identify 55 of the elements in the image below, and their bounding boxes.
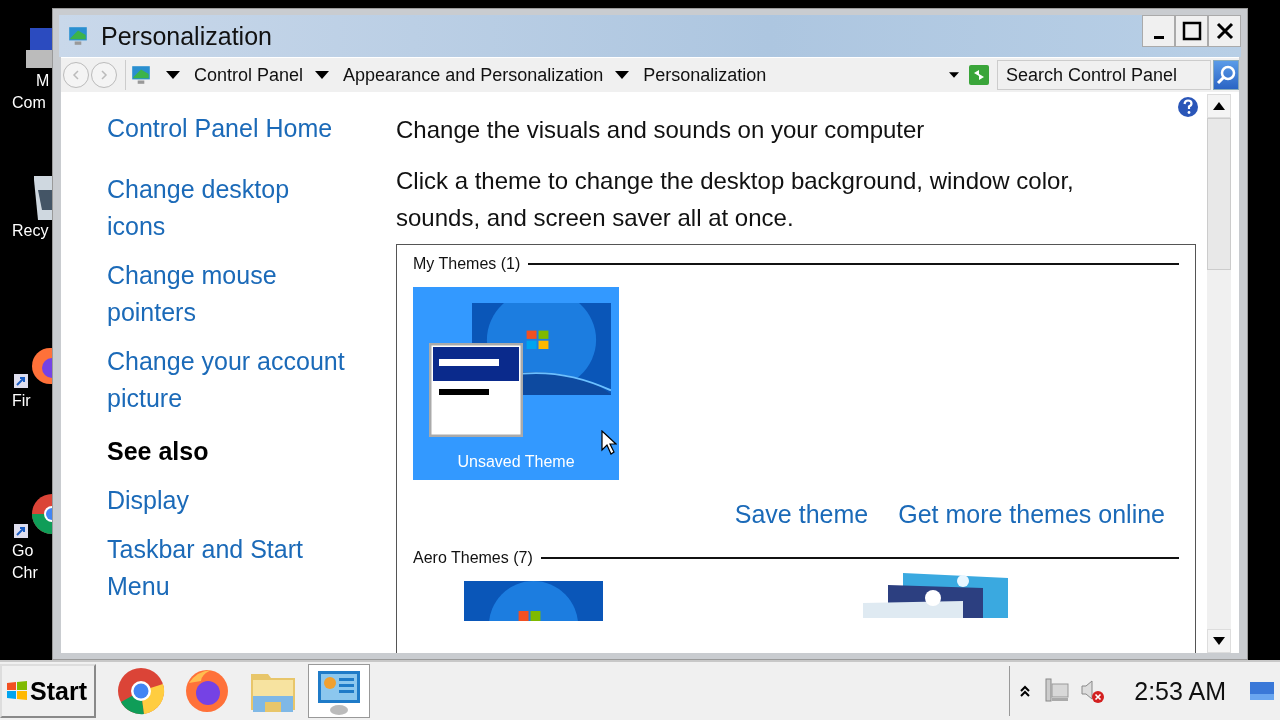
page-heading: Change the visuals and sounds on your computer bbox=[396, 115, 926, 145]
group-title: Aero Themes (7) bbox=[413, 549, 533, 567]
scroll-up-button[interactable] bbox=[1207, 94, 1231, 118]
clock[interactable]: 2:53 AM bbox=[1134, 676, 1226, 706]
page-description: Click a theme to change the desktop background, window color, sounds, and screen saver all at once. bbox=[396, 166, 1075, 233]
sidebar-link[interactable]: Change your account picture bbox=[107, 343, 347, 417]
theme-tile[interactable]: Unsaved Theme bbox=[413, 287, 619, 480]
desktop-icon-label: Recy bbox=[12, 221, 49, 241]
address-field[interactable]: Control Panel Appearance and Personalization Personalization bbox=[125, 60, 995, 90]
breadcrumb[interactable]: Personalization bbox=[643, 64, 767, 86]
sidebar-link[interactable]: Change desktop icons bbox=[107, 171, 347, 245]
search-field[interactable]: Search Control Panel bbox=[997, 60, 1211, 90]
control-panel-app-button[interactable] bbox=[308, 664, 370, 718]
windows-logo-icon bbox=[6, 680, 28, 702]
minimize-button[interactable] bbox=[1142, 15, 1175, 47]
desktop-icon-label: M bbox=[36, 71, 50, 91]
search-icon bbox=[1215, 64, 1237, 86]
sidebar-link[interactable]: Taskbar and Start Menu bbox=[107, 531, 347, 605]
breadcrumb[interactable]: Control Panel bbox=[194, 64, 304, 86]
dropdown-arrow-icon[interactable] bbox=[949, 72, 959, 78]
scroll-down-button[interactable] bbox=[1207, 629, 1231, 653]
breadcrumb[interactable]: Appearance and Personalization bbox=[343, 64, 604, 86]
group-title: My Themes (1) bbox=[413, 255, 521, 273]
desktop-icon-label: Fir bbox=[12, 391, 31, 411]
search-button[interactable] bbox=[1213, 60, 1239, 90]
sidebar-link[interactable]: Change mouse pointers bbox=[107, 257, 347, 331]
down-arrow-icon bbox=[1213, 637, 1225, 645]
see-also-heading: See also bbox=[107, 436, 210, 467]
dropdown-arrow-icon[interactable] bbox=[315, 71, 330, 79]
desktop-icon-label: Com bbox=[12, 93, 46, 113]
maximize-icon bbox=[1181, 21, 1202, 41]
theme-name: Unsaved Theme bbox=[457, 453, 575, 471]
muted-speaker-icon[interactable] bbox=[1080, 678, 1107, 704]
theme-action-link[interactable]: Save theme bbox=[734, 500, 869, 529]
mouse-cursor-icon bbox=[601, 430, 617, 456]
vertical-scrollbar[interactable] bbox=[1207, 94, 1231, 653]
up-arrow-icon bbox=[1213, 102, 1225, 110]
start-button[interactable]: Start bbox=[0, 664, 96, 718]
desktop-icon-label: Chr bbox=[12, 563, 38, 583]
minimize-icon bbox=[1153, 35, 1164, 39]
control-panel-icon bbox=[130, 64, 152, 86]
refresh-icon[interactable] bbox=[969, 65, 989, 85]
desktop-icon-label: Go bbox=[12, 541, 34, 561]
sidebar-link[interactable]: Display bbox=[107, 482, 347, 519]
personalization-icon bbox=[67, 25, 89, 47]
dropdown-arrow-icon[interactable] bbox=[615, 71, 630, 79]
theme-action-link[interactable]: Get more themes online bbox=[898, 500, 1165, 529]
show-hidden-icons-icon[interactable] bbox=[1020, 685, 1031, 697]
sidebar-link[interactable]: Control Panel Home bbox=[107, 110, 387, 147]
close-icon bbox=[1214, 21, 1235, 41]
maximize-button[interactable] bbox=[1175, 15, 1208, 47]
close-button[interactable] bbox=[1208, 15, 1241, 47]
help-icon[interactable] bbox=[1177, 96, 1199, 118]
window-title: Personalization bbox=[101, 21, 272, 51]
dropdown-arrow-icon[interactable] bbox=[166, 71, 180, 79]
